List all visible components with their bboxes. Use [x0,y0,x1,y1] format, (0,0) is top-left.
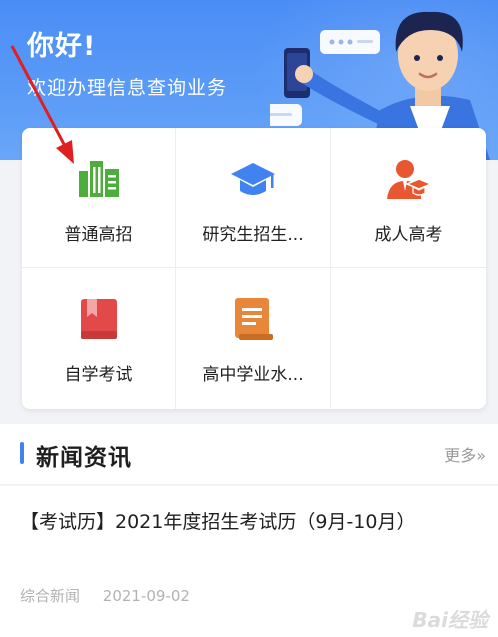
graduation-cap-icon [229,156,277,202]
service-general-admission[interactable]: 普通高招 [22,128,176,268]
news-item-date: 2021-09-02 [102,587,190,605]
section-accent-bar [20,442,24,464]
adult-graduate-icon [385,156,433,202]
document-icon [229,296,277,342]
building-icon [75,156,123,202]
service-self-study-exam[interactable]: 自学考试 [22,268,176,409]
news-item-meta: 综合新闻 2021-09-02 [20,585,190,606]
welcome-text: 欢迎办理信息查询业务 [27,77,228,99]
service-label: 研究生招生... [202,225,304,245]
service-graduate-admission[interactable]: 研究生招生... [176,128,331,268]
news-section-title: 新闻资讯 [36,445,132,471]
more-news-link[interactable]: 更多» [444,442,486,466]
service-grid: 普通高招 研究生招生... 成人高考 自学考试 高中学业水... [22,128,486,409]
news-section-header: 新闻资讯 更多» [0,424,498,484]
book-icon [75,296,123,342]
news-item-title: 【考试历】2021年度招生考试历（9月-10月） [20,511,416,533]
service-empty-slot [331,268,486,409]
greeting-text: 你好! [27,31,97,62]
service-label: 成人高考 [374,225,443,245]
service-label: 高中学业水... [202,365,304,385]
news-item-category: 综合新闻 [20,587,81,605]
chat-bubble-top [320,30,380,54]
service-academic-proficiency[interactable]: 高中学业水... [176,268,331,409]
chat-bubble-bottom [270,104,302,126]
service-label: 自学考试 [64,365,133,385]
watermark-logo: Bai经验 [412,608,488,632]
service-label: 普通高招 [64,225,133,245]
service-adult-exam[interactable]: 成人高考 [331,128,486,268]
news-list-item[interactable]: 【考试历】2021年度招生考试历（9月-10月） 综合新闻 2021-09-02… [0,486,498,637]
